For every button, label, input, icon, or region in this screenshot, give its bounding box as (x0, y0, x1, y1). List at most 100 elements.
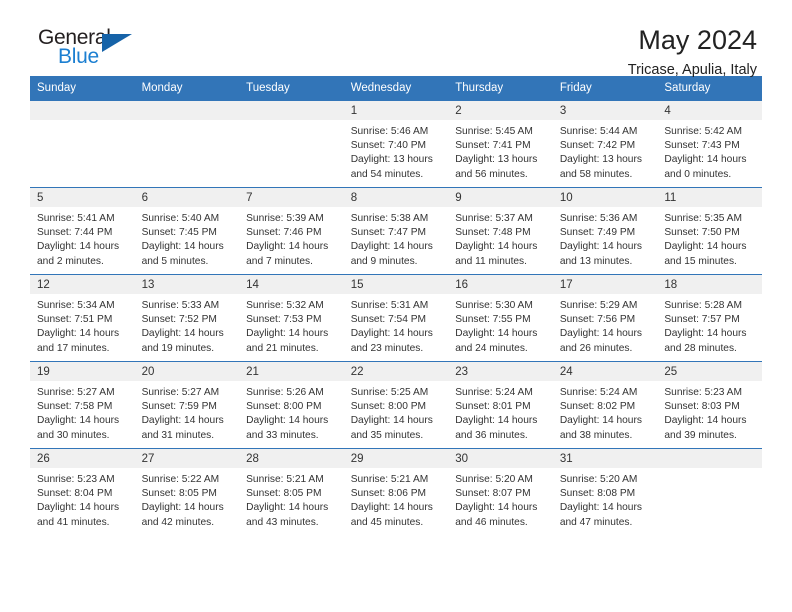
sunrise-time: Sunrise: 5:23 AM (37, 474, 115, 485)
day-number: 19 (30, 362, 135, 381)
day-number: 15 (343, 275, 449, 294)
daylight-duration-line1: Daylight: 14 hours (37, 415, 120, 427)
sunset-time: Sunset: 7:59 PM (141, 401, 217, 413)
calendar-day-cell[interactable]: 19 Sunrise: 5:27 AM Sunset: 7:58 PM Dayligh… (30, 361, 135, 449)
sunset-time: Sunset: 8:02 PM (559, 401, 636, 413)
calendar-day-cell[interactable]: 13 Sunrise: 5:33 AM Sunset: 7:52 PM Dayligh… (134, 274, 240, 362)
daylight-duration-line1: Daylight: 14 hours (455, 415, 538, 427)
calendar-day-cell[interactable]: 6 Sunrise: 5:40 AM Sunset: 7:45 PM Daylight… (134, 187, 240, 275)
sunrise-time: Sunrise: 5:21 AM (350, 474, 429, 485)
daylight-duration-line1: Daylight: 14 hours (350, 502, 433, 514)
calendar-header-row: Sunday Monday Tuesday Wednesday Thursday… (30, 76, 762, 101)
calendar-day-cell[interactable]: 5 Sunrise: 5:41 AM Sunset: 7:44 PM Daylight… (30, 187, 135, 275)
day-details: Sunrise: 5:34 AM Sunset: 7:51 PM Daylight:… (30, 294, 135, 356)
sunrise-time: Sunrise: 5:34 AM (37, 300, 115, 311)
daylight-duration-line2: and 24 minutes. (455, 342, 528, 354)
weekday-header-wednesday: Wednesday (343, 76, 449, 101)
day-details: Sunrise: 5:22 AM Sunset: 8:05 PM Daylight:… (135, 468, 240, 530)
calendar-day-cell[interactable]: 4 Sunrise: 5:42 AM Sunset: 7:43 PM Daylight… (657, 100, 762, 188)
calendar-day-cell[interactable]: 8 Sunrise: 5:38 AM Sunset: 7:47 PM Daylight… (343, 187, 449, 275)
daylight-duration-line1: Daylight: 14 hours (350, 241, 433, 253)
weekday-header-sunday: Sunday (30, 76, 135, 101)
brand-name-blue: Blue (58, 45, 99, 68)
day-details: Sunrise: 5:23 AM Sunset: 8:04 PM Daylight:… (30, 468, 135, 530)
daylight-duration-line1: Daylight: 14 hours (664, 328, 747, 340)
daylight-duration-line1: Daylight: 14 hours (141, 328, 224, 340)
daylight-duration-line1: Daylight: 14 hours (664, 415, 747, 427)
sunset-time: Sunset: 7:51 PM (37, 314, 113, 326)
calendar-day-cell[interactable]: 27 Sunrise: 5:22 AM Sunset: 8:05 PM Dayligh… (134, 448, 240, 536)
sunset-time: Sunset: 8:08 PM (559, 488, 636, 500)
calendar-day-cell[interactable]: 18 Sunrise: 5:28 AM Sunset: 7:57 PM Dayligh… (657, 274, 762, 362)
day-details: Sunrise: 5:26 AM Sunset: 8:00 PM Daylight:… (239, 381, 344, 443)
calendar-day-cell[interactable]: 14 Sunrise: 5:32 AM Sunset: 7:53 PM Dayligh… (239, 274, 344, 362)
calendar-day-cell[interactable]: 23 Sunrise: 5:24 AM Sunset: 8:01 PM Dayligh… (448, 361, 553, 449)
daylight-duration-line2: and 5 minutes. (141, 255, 209, 267)
day-number: 24 (552, 362, 658, 381)
day-number: 16 (448, 275, 553, 294)
calendar-day-cell[interactable]: 31 Sunrise: 5:20 AM Sunset: 8:08 PM Dayligh… (552, 448, 658, 536)
day-details: Sunrise: 5:37 AM Sunset: 7:48 PM Daylight:… (448, 207, 553, 269)
calendar-day-cell[interactable]: 21 Sunrise: 5:26 AM Sunset: 8:00 PM Dayligh… (239, 361, 344, 449)
sunset-time: Sunset: 8:04 PM (37, 488, 113, 500)
calendar-day-cell[interactable]: 22 Sunrise: 5:25 AM Sunset: 8:00 PM Dayligh… (343, 361, 449, 449)
sunset-time: Sunset: 8:06 PM (350, 488, 427, 500)
sunrise-time: Sunrise: 5:35 AM (664, 213, 742, 224)
daylight-duration-line2: and 19 minutes. (141, 342, 215, 354)
calendar-day-cell[interactable]: 15 Sunrise: 5:31 AM Sunset: 7:54 PM Dayligh… (343, 274, 449, 362)
daylight-duration-line1: Daylight: 14 hours (664, 241, 747, 253)
sunrise-time: Sunrise: 5:20 AM (559, 474, 638, 485)
daylight-duration-line1: Daylight: 13 hours (559, 154, 642, 166)
calendar-day-cell-empty (30, 100, 135, 188)
calendar-day-cell[interactable]: 16 Sunrise: 5:30 AM Sunset: 7:55 PM Dayligh… (448, 274, 553, 362)
sunset-time: Sunset: 7:49 PM (559, 227, 636, 239)
calendar-day-cell[interactable]: 17 Sunrise: 5:29 AM Sunset: 7:56 PM Dayligh… (552, 274, 658, 362)
day-number: 28 (239, 449, 344, 468)
daylight-duration-line1: Daylight: 14 hours (559, 241, 642, 253)
calendar-day-cell[interactable]: 2 Sunrise: 5:45 AM Sunset: 7:41 PM Daylight… (448, 100, 553, 188)
day-number: 25 (657, 362, 762, 381)
daylight-duration-line1: Daylight: 14 hours (246, 241, 329, 253)
day-details: Sunrise: 5:29 AM Sunset: 7:56 PM Daylight:… (553, 294, 658, 356)
calendar-day-cell[interactable]: 10 Sunrise: 5:36 AM Sunset: 7:49 PM Dayligh… (552, 187, 658, 275)
daylight-duration-line2: and 36 minutes. (455, 429, 528, 441)
calendar-day-cell[interactable]: 11 Sunrise: 5:35 AM Sunset: 7:50 PM Dayligh… (657, 187, 762, 275)
day-number: 26 (30, 449, 135, 468)
sunrise-time: Sunrise: 5:27 AM (37, 387, 115, 398)
sunrise-time: Sunrise: 5:44 AM (559, 126, 638, 137)
sunset-time: Sunset: 7:53 PM (246, 314, 322, 326)
day-number: 27 (134, 449, 240, 468)
calendar-day-cell[interactable]: 20 Sunrise: 5:27 AM Sunset: 7:59 PM Dayligh… (134, 361, 240, 449)
calendar-day-cell[interactable]: 30 Sunrise: 5:20 AM Sunset: 8:07 PM Dayligh… (448, 448, 553, 536)
day-details: Sunrise: 5:27 AM Sunset: 7:59 PM Daylight:… (135, 381, 240, 443)
calendar-day-cell[interactable]: 24 Sunrise: 5:24 AM Sunset: 8:02 PM Dayligh… (552, 361, 658, 449)
calendar-day-cell-empty (134, 100, 240, 188)
calendar-day-cell[interactable]: 3 Sunrise: 5:44 AM Sunset: 7:42 PM Daylight… (552, 100, 658, 188)
calendar-day-cell[interactable]: 25 Sunrise: 5:23 AM Sunset: 8:03 PM Dayligh… (657, 361, 762, 449)
calendar-day-cell[interactable]: 7 Sunrise: 5:39 AM Sunset: 7:46 PM Daylight… (239, 187, 344, 275)
daylight-duration-line1: Daylight: 14 hours (141, 415, 224, 427)
day-number: 14 (239, 275, 344, 294)
calendar-day-cell-empty (239, 100, 344, 188)
day-number: 18 (657, 275, 762, 294)
day-details: Sunrise: 5:32 AM Sunset: 7:53 PM Daylight:… (239, 294, 344, 356)
daylight-duration-line2: and 43 minutes. (246, 516, 319, 528)
sunset-time: Sunset: 7:58 PM (37, 401, 113, 413)
sunrise-time: Sunrise: 5:39 AM (246, 213, 324, 224)
sunrise-time: Sunrise: 5:37 AM (455, 213, 533, 224)
sunrise-time: Sunrise: 5:25 AM (350, 387, 429, 398)
calendar-day-cell[interactable]: 9 Sunrise: 5:37 AM Sunset: 7:48 PM Daylight… (448, 187, 553, 275)
calendar-day-cell[interactable]: 29 Sunrise: 5:21 AM Sunset: 8:06 PM Dayligh… (343, 448, 449, 536)
calendar-day-cell[interactable]: 28 Sunrise: 5:21 AM Sunset: 8:05 PM Dayligh… (239, 448, 344, 536)
daylight-duration-line2: and 0 minutes. (664, 168, 732, 180)
calendar-day-cell[interactable]: 26 Sunrise: 5:23 AM Sunset: 8:04 PM Dayligh… (30, 448, 135, 536)
day-number (239, 101, 344, 120)
calendar-week-row: 19 Sunrise: 5:27 AM Sunset: 7:58 PM Dayligh… (30, 361, 762, 449)
daylight-duration-line2: and 33 minutes. (246, 429, 319, 441)
daylight-duration-line1: Daylight: 14 hours (559, 328, 642, 340)
brand-logo[interactable]: General Blue (30, 26, 150, 76)
day-details: Sunrise: 5:20 AM Sunset: 8:07 PM Daylight:… (448, 468, 553, 530)
calendar-day-cell[interactable]: 12 Sunrise: 5:34 AM Sunset: 7:51 PM Dayligh… (30, 274, 135, 362)
calendar-day-cell[interactable]: 1 Sunrise: 5:46 AM Sunset: 7:40 PM Daylight… (343, 100, 449, 188)
daylight-duration-line2: and 56 minutes. (455, 168, 528, 180)
